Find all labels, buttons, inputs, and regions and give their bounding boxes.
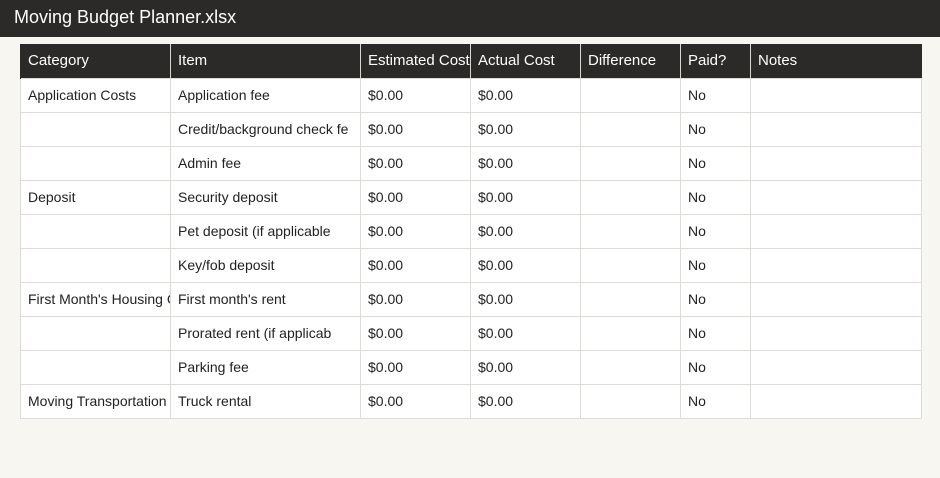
cell-category[interactable]: Deposit xyxy=(20,179,171,215)
cell-difference[interactable] xyxy=(580,145,681,181)
column-header-difference[interactable]: Difference xyxy=(580,44,681,78)
cell-paid[interactable]: No xyxy=(680,145,751,181)
column-header-actual-cost[interactable]: Actual Cost xyxy=(470,44,581,78)
table-row: Moving Transportation Truck rental $0.00 $0… xyxy=(20,383,922,419)
cell-paid[interactable]: No xyxy=(680,77,751,113)
cell-category[interactable]: Moving Transportation xyxy=(20,383,171,419)
cell-actual-cost[interactable]: $0.00 xyxy=(470,281,581,317)
cell-item[interactable]: Key/fob deposit xyxy=(170,247,361,283)
cell-difference[interactable] xyxy=(580,315,681,351)
cell-estimated-cost[interactable]: $0.00 xyxy=(360,281,471,317)
cell-estimated-cost[interactable]: $0.00 xyxy=(360,179,471,215)
cell-difference[interactable] xyxy=(580,77,681,113)
cell-category[interactable] xyxy=(20,111,171,147)
column-header-item[interactable]: Item xyxy=(170,44,361,78)
cell-difference[interactable] xyxy=(580,247,681,283)
cell-estimated-cost[interactable]: $0.00 xyxy=(360,77,471,113)
table-row: Parking fee $0.00 $0.00 No xyxy=(20,349,922,385)
cell-actual-cost[interactable]: $0.00 xyxy=(470,315,581,351)
cell-actual-cost[interactable]: $0.00 xyxy=(470,111,581,147)
cell-actual-cost[interactable]: $0.00 xyxy=(470,349,581,385)
cell-notes[interactable] xyxy=(750,315,922,351)
table-row: Deposit Security deposit $0.00 $0.00 No xyxy=(20,179,922,215)
table-row: Admin fee $0.00 $0.00 No xyxy=(20,145,922,181)
cell-category[interactable] xyxy=(20,145,171,181)
cell-item[interactable]: Prorated rent (if applicab xyxy=(170,315,361,351)
cell-paid[interactable]: No xyxy=(680,281,751,317)
header-row: Category Item Estimated Cost Actual Cost… xyxy=(20,44,922,78)
cell-estimated-cost[interactable]: $0.00 xyxy=(360,247,471,283)
cell-notes[interactable] xyxy=(750,281,922,317)
cell-notes[interactable] xyxy=(750,111,922,147)
cell-category[interactable] xyxy=(20,315,171,351)
cell-item[interactable]: First month's rent xyxy=(170,281,361,317)
cell-paid[interactable]: No xyxy=(680,111,751,147)
cell-paid[interactable]: No xyxy=(680,315,751,351)
cell-item[interactable]: Pet deposit (if applicable xyxy=(170,213,361,249)
cell-notes[interactable] xyxy=(750,77,922,113)
cell-estimated-cost[interactable]: $0.00 xyxy=(360,315,471,351)
cell-estimated-cost[interactable]: $0.00 xyxy=(360,145,471,181)
cell-difference[interactable] xyxy=(580,213,681,249)
cell-paid[interactable]: No xyxy=(680,383,751,419)
cell-actual-cost[interactable]: $0.00 xyxy=(470,179,581,215)
cell-category[interactable] xyxy=(20,247,171,283)
cell-notes[interactable] xyxy=(750,145,922,181)
cell-item[interactable]: Application fee xyxy=(170,77,361,113)
window-title: Moving Budget Planner.xlsx xyxy=(0,0,940,37)
cell-item[interactable]: Parking fee xyxy=(170,349,361,385)
cell-difference[interactable] xyxy=(580,281,681,317)
table-body: Application Costs Application fee $0.00 $0.… xyxy=(20,77,922,419)
cell-estimated-cost[interactable]: $0.00 xyxy=(360,383,471,419)
table-row: Key/fob deposit $0.00 $0.00 No xyxy=(20,247,922,283)
cell-actual-cost[interactable]: $0.00 xyxy=(470,145,581,181)
cell-item[interactable]: Security deposit xyxy=(170,179,361,215)
cell-difference[interactable] xyxy=(580,111,681,147)
cell-notes[interactable] xyxy=(750,213,922,249)
cell-actual-cost[interactable]: $0.00 xyxy=(470,77,581,113)
table-row: Pet deposit (if applicable $0.00 $0.00 No xyxy=(20,213,922,249)
cell-actual-cost[interactable]: $0.00 xyxy=(470,247,581,283)
cell-category[interactable] xyxy=(20,349,171,385)
column-header-paid[interactable]: Paid? xyxy=(680,44,751,78)
cell-item[interactable]: Truck rental xyxy=(170,383,361,419)
cell-difference[interactable] xyxy=(580,383,681,419)
cell-actual-cost[interactable]: $0.00 xyxy=(470,213,581,249)
column-header-notes[interactable]: Notes xyxy=(750,44,922,78)
cell-difference[interactable] xyxy=(580,349,681,385)
cell-notes[interactable] xyxy=(750,349,922,385)
cell-category[interactable]: Application Costs xyxy=(20,77,171,113)
table-row: Credit/background check fe $0.00 $0.00 No xyxy=(20,111,922,147)
cell-paid[interactable]: No xyxy=(680,213,751,249)
table-row: Prorated rent (if applicab $0.00 $0.00 No xyxy=(20,315,922,351)
budget-table: Category Item Estimated Cost Actual Cost… xyxy=(20,44,922,419)
cell-item[interactable]: Admin fee xyxy=(170,145,361,181)
cell-paid[interactable]: No xyxy=(680,349,751,385)
cell-difference[interactable] xyxy=(580,179,681,215)
cell-actual-cost[interactable]: $0.00 xyxy=(470,383,581,419)
table-row: First Month's Housing Co First month's re… xyxy=(20,281,922,317)
cell-category[interactable] xyxy=(20,213,171,249)
cell-paid[interactable]: No xyxy=(680,179,751,215)
cell-estimated-cost[interactable]: $0.00 xyxy=(360,213,471,249)
cell-category[interactable]: First Month's Housing Co xyxy=(20,281,171,317)
table-row: Application Costs Application fee $0.00 $0.… xyxy=(20,77,922,113)
cell-estimated-cost[interactable]: $0.00 xyxy=(360,349,471,385)
column-header-category[interactable]: Category xyxy=(20,44,171,78)
column-header-estimated-cost[interactable]: Estimated Cost xyxy=(360,44,471,78)
cell-item[interactable]: Credit/background check fe xyxy=(170,111,361,147)
spreadsheet: Category Item Estimated Cost Actual Cost… xyxy=(20,44,922,419)
cell-estimated-cost[interactable]: $0.00 xyxy=(360,111,471,147)
cell-notes[interactable] xyxy=(750,247,922,283)
cell-paid[interactable]: No xyxy=(680,247,751,283)
cell-notes[interactable] xyxy=(750,383,922,419)
cell-notes[interactable] xyxy=(750,179,922,215)
